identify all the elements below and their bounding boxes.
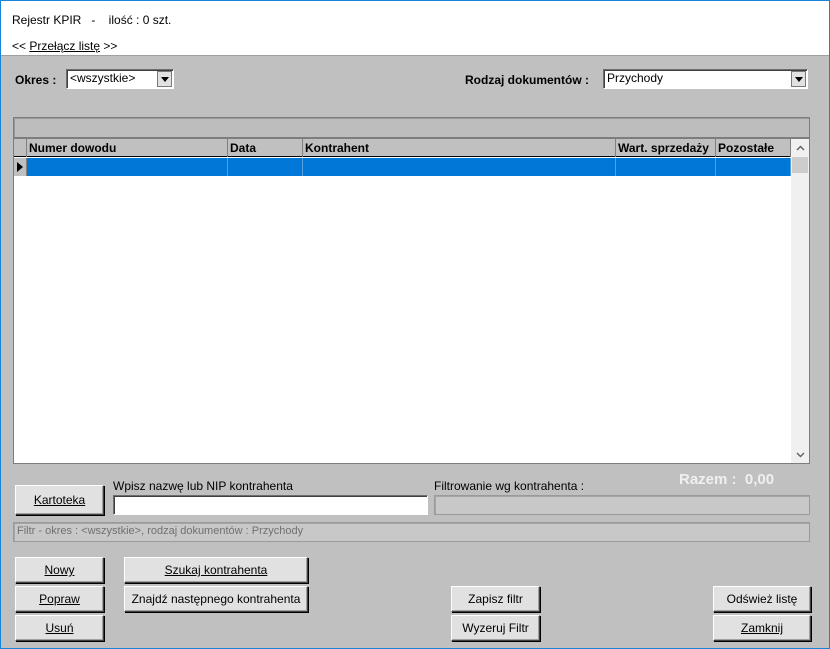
kpir-register-window: Rejestr KPIR - ilość : 0 szt. << Przełąc… [0, 0, 830, 649]
contractor-filter-display [434, 495, 810, 515]
find-next-contractor-button-label: Znajdź następnego kontrahenta [131, 592, 301, 606]
contractor-filter-label: Filtrowanie wg kontrahenta : [434, 479, 585, 493]
switch-list-label: Przełącz listę [29, 39, 101, 53]
search-contractor-button[interactable]: Szukaj kontrahenta [124, 557, 308, 583]
cell-pozostale[interactable] [716, 158, 791, 176]
kartoteka-button[interactable]: Kartoteka [15, 485, 104, 515]
edit-button[interactable]: Popraw [15, 586, 104, 612]
row-indicator [14, 158, 27, 176]
period-label: Okres : [15, 73, 57, 87]
chevron-down-icon [160, 76, 169, 82]
close-button-label: Zamknij [740, 621, 783, 635]
documents-grid[interactable]: Numer dowodu Data Kontrahent Wart. sprze… [13, 138, 810, 464]
switch-list-suffix: >> [100, 39, 118, 53]
cell-kontrahent[interactable] [303, 158, 616, 176]
filter-status-bar: Filtr - okres : <wszystkie>, rodzaj doku… [13, 522, 810, 542]
column-header-numer-dowodu[interactable]: Numer dowodu [27, 139, 228, 157]
cell-numer-dowodu[interactable] [27, 158, 228, 176]
grid-vertical-scrollbar[interactable] [791, 139, 809, 463]
period-select-value: <wszystkie> [70, 71, 136, 85]
switch-list-prefix: << [12, 39, 30, 53]
document-type-dropdown-button[interactable] [791, 71, 806, 87]
window-title: Rejestr KPIR - ilość : 0 szt. [12, 13, 172, 27]
period-select[interactable]: <wszystkie> [66, 69, 174, 89]
new-button-label: Nowy [44, 563, 75, 577]
grid-top-strip [13, 117, 810, 138]
grid-header: Numer dowodu Data Kontrahent Wart. sprze… [14, 139, 791, 157]
search-contractor-button-label: Szukaj kontrahenta [164, 563, 268, 577]
period-dropdown-button[interactable] [157, 71, 172, 87]
refresh-list-button[interactable]: Odśwież listę [713, 586, 811, 612]
scroll-thumb[interactable] [792, 157, 808, 173]
save-filter-button[interactable]: Zapisz filtr [451, 586, 540, 612]
total-value: 0,00 [744, 471, 775, 488]
document-type-label: Rodzaj dokumentów : [465, 73, 589, 87]
chevron-down-icon [796, 452, 804, 457]
delete-button[interactable]: Usuń [15, 615, 104, 641]
column-header-wart-sprzedazy[interactable]: Wart. sprzedaży [616, 139, 716, 157]
kartoteka-button-label: Kartoteka [33, 493, 86, 507]
document-type-select[interactable]: Przychody [603, 69, 808, 89]
total-label: Razem : [679, 471, 737, 488]
reset-filter-button[interactable]: Wyzeruj Filtr [451, 615, 540, 641]
column-header-kontrahent[interactable]: Kontrahent [303, 139, 616, 157]
row-indicator-header [14, 139, 27, 157]
delete-button-label: Usuń [45, 621, 74, 635]
scroll-up-button[interactable] [791, 139, 809, 156]
column-header-pozostale[interactable]: Pozostałe [716, 139, 791, 157]
find-next-contractor-button[interactable]: Znajdź następnego kontrahenta [124, 586, 308, 612]
chevron-up-icon [796, 145, 804, 150]
close-button[interactable]: Zamknij [713, 615, 811, 641]
table-row[interactable] [14, 158, 791, 176]
header-panel: Rejestr KPIR - ilość : 0 szt. << Przełąc… [1, 1, 829, 56]
edit-button-label: Popraw [39, 592, 80, 606]
chevron-down-icon [794, 76, 803, 82]
current-row-arrow-icon [17, 162, 23, 172]
scroll-down-button[interactable] [791, 446, 809, 463]
column-header-data[interactable]: Data [228, 139, 303, 157]
new-button[interactable]: Nowy [15, 557, 104, 583]
contractor-search-input[interactable] [113, 495, 428, 515]
total-display: Razem : 0,00 [679, 471, 774, 488]
cell-data[interactable] [228, 158, 303, 176]
save-filter-button-label: Zapisz filtr [468, 592, 523, 606]
refresh-list-button-label: Odśwież listę [726, 592, 798, 606]
contractor-search-label: Wpisz nazwę lub NIP kontrahenta [113, 479, 293, 493]
document-type-select-value: Przychody [607, 71, 664, 85]
switch-list-link[interactable]: << Przełącz listę >> [12, 39, 117, 53]
reset-filter-button-label: Wyzeruj Filtr [462, 621, 529, 635]
cell-wart-sprzedazy[interactable] [616, 158, 716, 176]
